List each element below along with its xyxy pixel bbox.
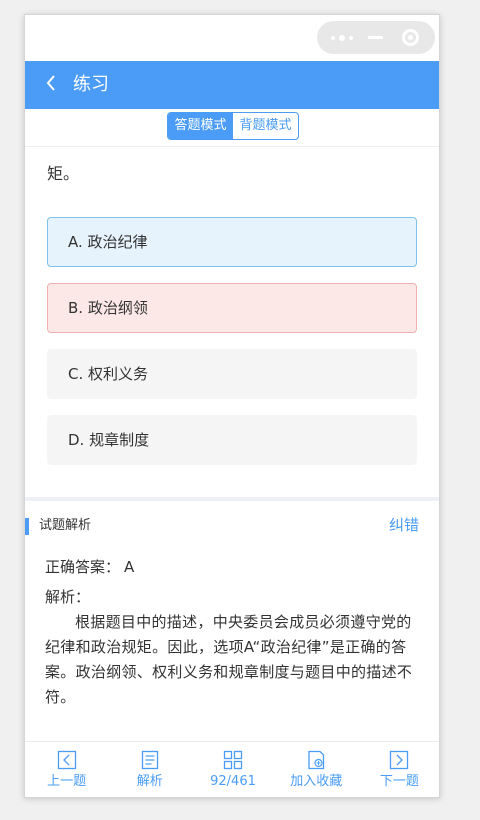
answer-mode-tab[interactable]: 答题模式 — [168, 113, 233, 139]
question-progress: 92/461 — [210, 774, 256, 789]
report-error-button[interactable]: 纠错 — [389, 515, 419, 535]
section-accent-bar — [25, 518, 29, 535]
next-question-label: 下一题 — [379, 774, 419, 789]
prev-icon — [57, 750, 76, 770]
target-close-icon[interactable] — [402, 29, 419, 46]
prev-question-button[interactable]: 上一题 — [25, 742, 108, 797]
explanation-text: 根据题目中的描述，中央委员会成员必须遵守党的纪律和政治规矩。因此，选项A“政治纪… — [45, 613, 413, 706]
review-mode-tab[interactable]: 背题模式 — [233, 113, 298, 139]
option-b[interactable]: B. 政治纲领 — [47, 283, 417, 333]
question-text-tail: 矩。 — [47, 164, 80, 183]
minimize-icon[interactable] — [368, 36, 383, 39]
more-dots-icon[interactable] — [331, 32, 359, 44]
nav-bar: 练习 — [25, 61, 439, 109]
question-index-button[interactable]: 92/461 — [191, 742, 274, 797]
option-c[interactable]: C. 权利义务 — [47, 349, 417, 399]
favorite-icon — [308, 750, 325, 770]
question-text: ​ 矩。 — [47, 147, 427, 187]
next-question-button[interactable]: 下一题 — [358, 742, 439, 797]
correct-answer-value: A — [124, 558, 135, 576]
question-text-hidden: ​ — [47, 147, 427, 161]
prev-question-label: 上一题 — [47, 774, 87, 789]
option-a[interactable]: A. 政治纪律 — [47, 217, 417, 267]
bottom-toolbar: 上一题 解析 92/461 加入收藏 下一题 — [25, 741, 439, 797]
add-favorite-button[interactable]: 加入收藏 — [275, 742, 358, 797]
correct-answer: 正确答案： A — [45, 556, 134, 578]
analysis-doc-icon — [141, 750, 158, 770]
status-bar — [25, 15, 439, 61]
mode-toggle: 答题模式 背题模式 — [167, 112, 299, 140]
analysis-button[interactable]: 解析 — [108, 742, 191, 797]
grid-icon — [223, 750, 243, 770]
explanation-label: 解析： — [45, 588, 91, 606]
option-d[interactable]: D. 规章制度 — [47, 415, 417, 465]
analysis-title: 试题解析 — [39, 518, 92, 533]
analysis-button-label: 解析 — [136, 774, 163, 789]
correct-answer-label: 正确答案： — [45, 558, 121, 576]
back-arrow-icon[interactable] — [45, 73, 65, 97]
phone-frame: 练习 答题模式 背题模式 ​ 矩。 A. 政治纪律 B. 政治纲领 C. 权利义… — [24, 14, 440, 798]
mini-program-capsule — [317, 21, 435, 54]
add-favorite-label: 加入收藏 — [290, 774, 343, 789]
next-icon — [390, 750, 409, 770]
analysis-section: 试题解析 纠错 正确答案： A 解析： 根据题目中的描述，中央委员会成员必须遵守党… — [25, 501, 439, 741]
question-area: ​ 矩。 A. 政治纪律 B. 政治纲领 C. 权利义务 D. 规章制度 — [25, 147, 439, 497]
page-title: 练习 — [73, 74, 109, 95]
